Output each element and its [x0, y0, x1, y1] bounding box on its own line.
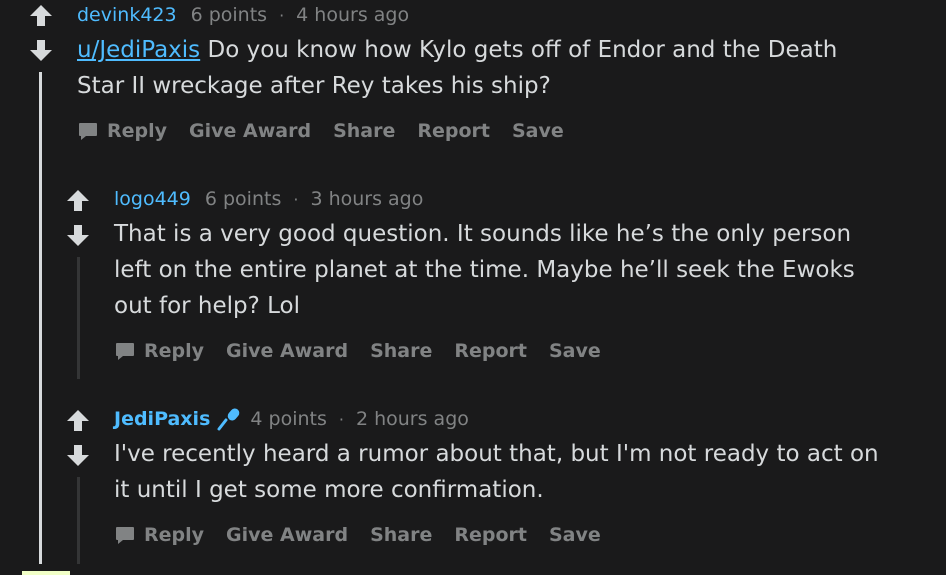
reply-label: Reply [144, 340, 205, 362]
comment-actions: Reply Give Award Share Report Save [77, 117, 586, 145]
points-count: 6 points [204, 188, 282, 210]
reply-button[interactable]: Reply [114, 340, 204, 362]
body-line: out for help? Lol [114, 293, 301, 319]
reply-label: Reply [107, 120, 168, 142]
author-name[interactable]: logo449 [114, 188, 191, 210]
share-button[interactable]: Share [333, 120, 395, 142]
downvote-arrow-icon[interactable] [28, 38, 54, 64]
upvote-arrow-icon[interactable] [28, 2, 54, 28]
thread-collapse-line[interactable] [77, 477, 80, 564]
points-count: 4 points [250, 408, 327, 430]
thread-collapse-line[interactable] [39, 72, 42, 564]
meta-separator: · [293, 189, 299, 209]
author-name[interactable]: JediPaxis [114, 408, 210, 430]
body-line: it until I get some more confirmation. [114, 477, 544, 503]
vote-column [65, 407, 91, 469]
points-count: 6 points [190, 4, 268, 26]
bottom-edge-highlight [22, 571, 70, 575]
microphone-icon [217, 408, 240, 431]
comment-body: That is a very good question. It sounds … [114, 216, 934, 324]
downvote-arrow-icon[interactable] [65, 223, 91, 249]
thread-collapse-line[interactable] [77, 257, 80, 379]
body-line: Star II wreckage after Rey takes his shi… [77, 73, 551, 99]
body-text: Do you know how Kylo gets off of Endor a… [200, 37, 838, 63]
comment-meta: logo449 6 points · 3 hours ago [114, 186, 423, 212]
reply-button[interactable]: Reply [77, 120, 167, 142]
speech-bubble-icon [79, 123, 97, 140]
downvote-arrow-icon[interactable] [65, 443, 91, 469]
body-line: That is a very good question. It sounds … [114, 221, 852, 247]
report-button[interactable]: Report [454, 340, 527, 362]
body-line: u/JediPaxis Do you know how Kylo gets of… [77, 32, 937, 68]
share-button[interactable]: Share [370, 340, 432, 362]
vote-column [28, 2, 54, 64]
timestamp[interactable]: 2 hours ago [356, 408, 469, 430]
save-button[interactable]: Save [512, 120, 564, 142]
give-award-button[interactable]: Give Award [189, 120, 311, 142]
give-award-button[interactable]: Give Award [226, 524, 348, 546]
author-name[interactable]: devink423 [77, 4, 177, 26]
give-award-button[interactable]: Give Award [226, 340, 348, 362]
comment-body: I've recently heard a rumor about that, … [114, 436, 934, 508]
timestamp[interactable]: 4 hours ago [296, 4, 409, 26]
report-button[interactable]: Report [417, 120, 490, 142]
timestamp[interactable]: 3 hours ago [310, 188, 423, 210]
speech-bubble-icon [116, 527, 134, 544]
comment-meta: devink423 6 points · 4 hours ago [77, 2, 409, 28]
user-mention-link[interactable]: u/JediPaxis [77, 37, 200, 63]
speech-bubble-icon [116, 343, 134, 360]
reply-label: Reply [144, 524, 205, 546]
report-button[interactable]: Report [454, 524, 527, 546]
reply-button[interactable]: Reply [114, 524, 204, 546]
vote-column [65, 187, 91, 249]
comment-actions: Reply Give Award Share Report Save [114, 521, 623, 549]
share-button[interactable]: Share [370, 524, 432, 546]
comment-meta: JediPaxis 4 points · 2 hours ago [114, 406, 469, 432]
upvote-arrow-icon[interactable] [65, 407, 91, 433]
comment-body: u/JediPaxis Do you know how Kylo gets of… [77, 32, 937, 104]
save-button[interactable]: Save [549, 340, 601, 362]
meta-separator: · [279, 5, 285, 25]
body-line: left on the entire planet at the time. M… [114, 257, 855, 283]
meta-separator: · [338, 409, 344, 429]
upvote-arrow-icon[interactable] [65, 187, 91, 213]
save-button[interactable]: Save [549, 524, 601, 546]
body-line: I've recently heard a rumor about that, … [114, 441, 879, 467]
comment-actions: Reply Give Award Share Report Save [114, 337, 623, 365]
